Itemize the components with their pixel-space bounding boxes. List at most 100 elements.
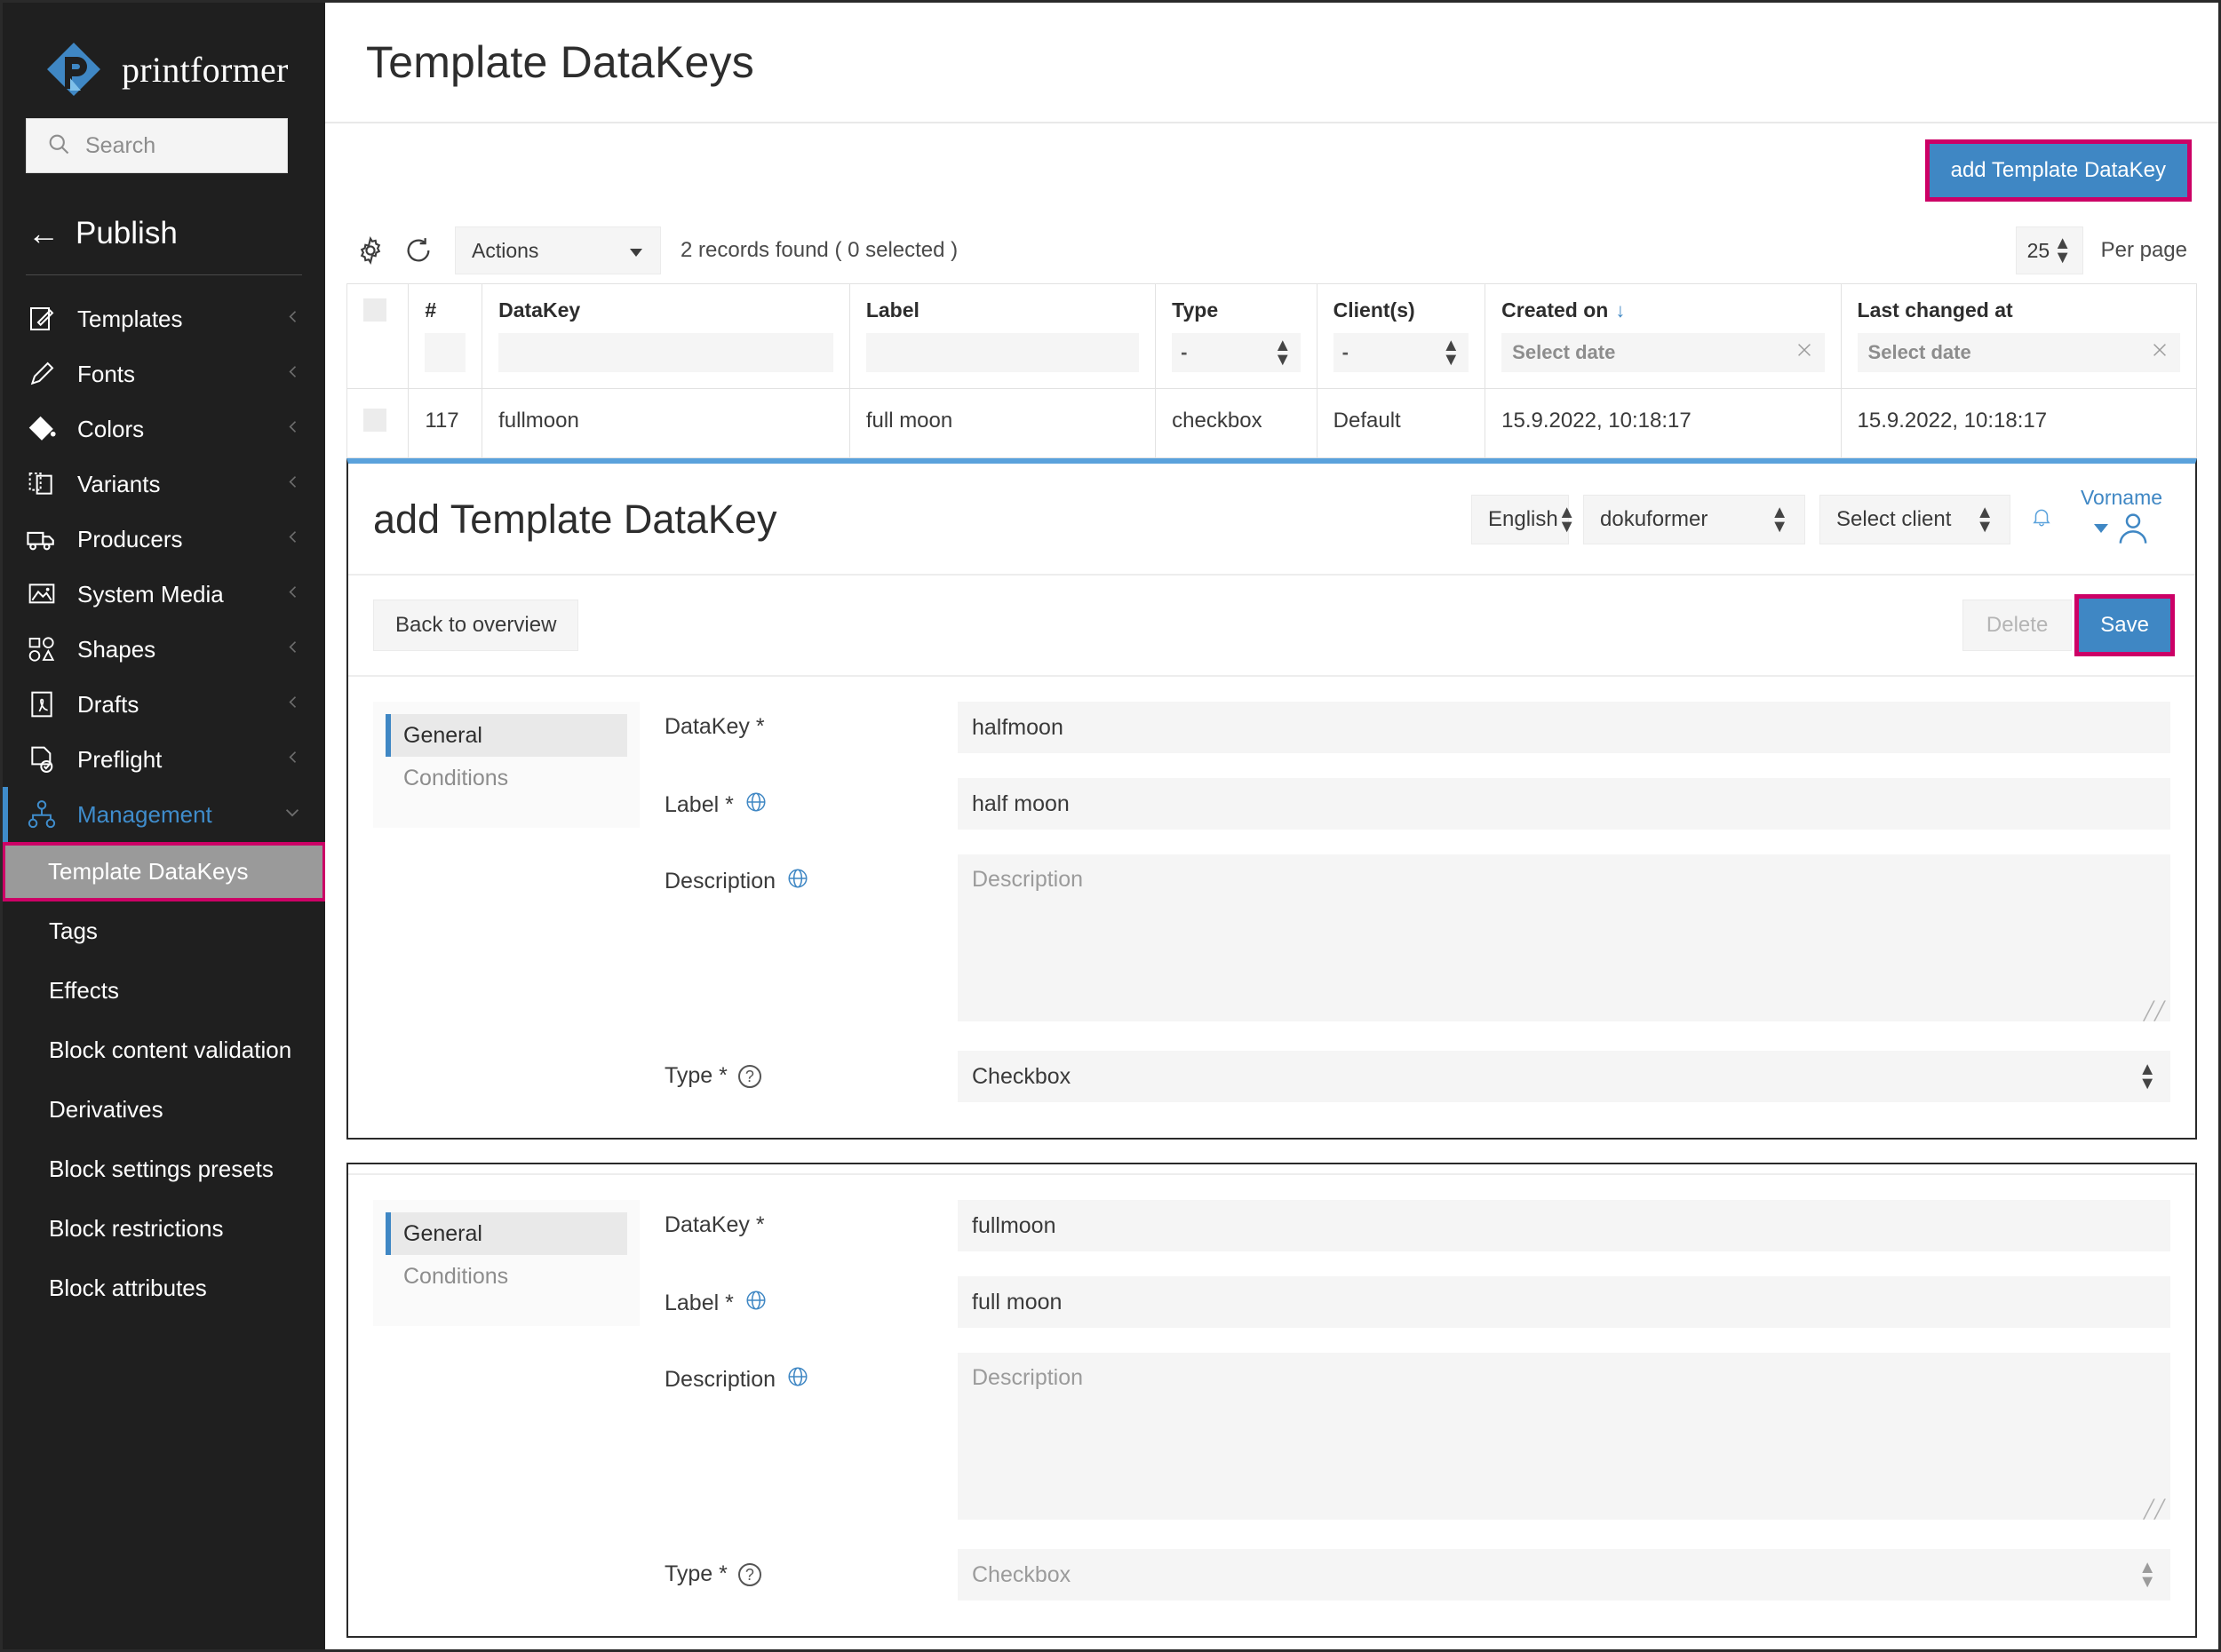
help-icon[interactable]: ? — [737, 1562, 761, 1586]
back-to-overview-button[interactable]: Back to overview — [373, 600, 579, 651]
sidebar-subitem-label: Derivatives — [49, 1096, 163, 1123]
tab-conditions-2[interactable]: Conditions — [386, 1255, 627, 1298]
sidebar-item-variants[interactable]: Variants — [3, 457, 325, 512]
sidebar-item-effects[interactable]: Effects — [3, 961, 325, 1021]
label-input-2[interactable] — [958, 1276, 2170, 1328]
description-textarea-2[interactable] — [958, 1353, 2170, 1520]
row-select-cell — [346, 388, 410, 458]
search-input[interactable] — [85, 132, 267, 159]
search-box[interactable] — [26, 118, 288, 173]
field-type-text: Type * — [665, 1063, 728, 1088]
field-type-text: Type * — [665, 1561, 728, 1586]
tenant-select[interactable]: dokuformer ▲ ▼ — [1583, 495, 1805, 544]
delete-button[interactable]: Delete — [1962, 600, 2073, 651]
client-select[interactable]: Select client ▲ ▼ — [1819, 495, 2010, 544]
filter-clients-select[interactable]: - ▲ ▼ — [1333, 333, 1469, 372]
tab-general-label: General — [403, 722, 482, 748]
client-value: Select client — [1836, 507, 1952, 531]
sidebar-item-drafts[interactable]: Drafts — [3, 677, 325, 732]
filter-type-select[interactable]: - ▲ ▼ — [1172, 333, 1301, 372]
row-checkbox[interactable] — [363, 409, 386, 432]
filter-label-input[interactable] — [865, 333, 1140, 372]
type-select-2[interactable]: Checkbox ▲ ▼ — [958, 1549, 2170, 1600]
field-label-label-2: Label * — [665, 1276, 958, 1318]
globe-icon[interactable] — [744, 790, 768, 820]
sidebar-item-label: System Media — [77, 580, 224, 608]
sidebar-item-colors[interactable]: Colors — [3, 401, 325, 457]
label-input[interactable] — [958, 778, 2170, 830]
sidebar-nav: Templates Fonts Colors Variants Producer… — [3, 291, 325, 1318]
add-template-datakey-button[interactable]: add Template DataKey — [1924, 139, 2193, 202]
sidebar-item-shapes[interactable]: Shapes — [3, 622, 325, 677]
th-created-on-text: Created on — [1501, 298, 1609, 322]
sidebar-item-templates[interactable]: Templates — [3, 291, 325, 346]
sidebar-item-system-media[interactable]: System Media — [3, 567, 325, 622]
filter-datakey-input[interactable] — [498, 333, 833, 372]
description-textarea[interactable] — [958, 854, 2170, 1021]
chevron-left-icon — [284, 363, 302, 385]
sidebar-item-block-restrictions[interactable]: Block restrictions — [3, 1199, 325, 1259]
management-submenu: Template DataKeys Tags Effects Block con… — [3, 842, 325, 1318]
sidebar-item-producers[interactable]: Producers — [3, 512, 325, 567]
panel2-top-rule — [348, 1164, 2195, 1175]
avatar — [2115, 510, 2151, 552]
chevron-left-icon — [284, 584, 302, 606]
sidebar-item-block-content-validation[interactable]: Block content validation — [3, 1021, 325, 1080]
globe-icon[interactable] — [786, 1365, 809, 1394]
globe-icon[interactable] — [744, 1289, 768, 1318]
tab-general[interactable]: General — [386, 714, 627, 757]
cell-type: checkbox — [1155, 388, 1317, 458]
filter-changed-placeholder: Select date — [1867, 341, 1971, 363]
field-description-text: Description — [665, 1367, 776, 1392]
filter-number-input[interactable] — [425, 333, 466, 372]
panel-header-controls: English ▲ ▼ dokuformer ▲ ▼ Select client ▲… — [1471, 488, 2170, 552]
clear-icon[interactable] — [1795, 340, 1814, 365]
sidebar-item-fonts[interactable]: Fonts — [3, 346, 325, 401]
language-select[interactable]: English ▲ ▼ — [1471, 495, 1576, 544]
tab-general-2[interactable]: General — [386, 1212, 627, 1255]
publish-back-link[interactable]: ← Publish — [3, 173, 325, 251]
select-all-checkbox[interactable] — [363, 298, 386, 322]
th-number-label: # — [425, 298, 437, 322]
search-icon — [46, 131, 71, 161]
sidebar-item-tags[interactable]: Tags — [3, 901, 325, 961]
sidebar-item-template-datakeys[interactable]: Template DataKeys — [3, 842, 325, 901]
sidebar-item-preflight[interactable]: Preflight — [3, 732, 325, 787]
clear-icon[interactable] — [2150, 340, 2169, 365]
user-menu[interactable]: Vorname — [2073, 488, 2170, 552]
globe-icon[interactable] — [786, 867, 809, 896]
filter-created-date[interactable]: Select date — [1501, 333, 1825, 372]
filter-changed-date[interactable]: Select date — [1857, 333, 2180, 372]
tab-conditions-label: Conditions — [403, 765, 509, 790]
field-description-label: Description — [665, 854, 958, 896]
table-row[interactable]: 117 fullmoon full moon checkbox Default … — [346, 388, 2198, 458]
type-select[interactable]: Checkbox ▲ ▼ — [958, 1051, 2170, 1102]
datakey-input-2[interactable] — [958, 1200, 2170, 1251]
type-value: Checkbox — [972, 1063, 1071, 1089]
th-last-changed-at[interactable]: Last changed at Select date — [1840, 283, 2198, 389]
field-description-2: Description ╱╱ — [665, 1353, 2170, 1524]
th-created-on[interactable]: Created on ↓ Select date — [1485, 283, 1842, 389]
per-page-select[interactable]: 25 ▲ ▼ — [2015, 226, 2083, 274]
notification-bell-icon[interactable] — [2025, 504, 2058, 536]
help-icon[interactable]: ? — [737, 1064, 761, 1088]
save-button[interactable]: Save — [2074, 594, 2175, 656]
sidebar-item-label: Producers — [77, 525, 183, 552]
panel-header: add Template DataKey English ▲ ▼ dokuform… — [348, 464, 2195, 552]
search-wrapper — [26, 118, 288, 173]
main-content: Template DataKeys add Template DataKey A… — [325, 3, 2218, 1649]
sidebar-item-derivatives[interactable]: Derivatives — [3, 1080, 325, 1140]
sort-desc-icon[interactable]: ↓ — [1615, 299, 1625, 322]
actions-dropdown[interactable]: Actions — [455, 226, 661, 274]
field-label: Label * — [665, 778, 2170, 830]
datakey-input[interactable] — [958, 702, 2170, 753]
gear-icon[interactable] — [346, 226, 394, 274]
tab-conditions[interactable]: Conditions — [386, 757, 627, 799]
sidebar-item-label: Preflight — [77, 745, 163, 773]
panel-action-right: Delete Save — [1962, 594, 2175, 656]
language-value: English — [1488, 507, 1558, 531]
sidebar-item-block-attributes[interactable]: Block attributes — [3, 1259, 325, 1318]
sidebar-item-block-settings-presets[interactable]: Block settings presets — [3, 1140, 325, 1199]
refresh-icon[interactable] — [394, 226, 442, 274]
sidebar-item-management[interactable]: Management — [3, 787, 325, 842]
